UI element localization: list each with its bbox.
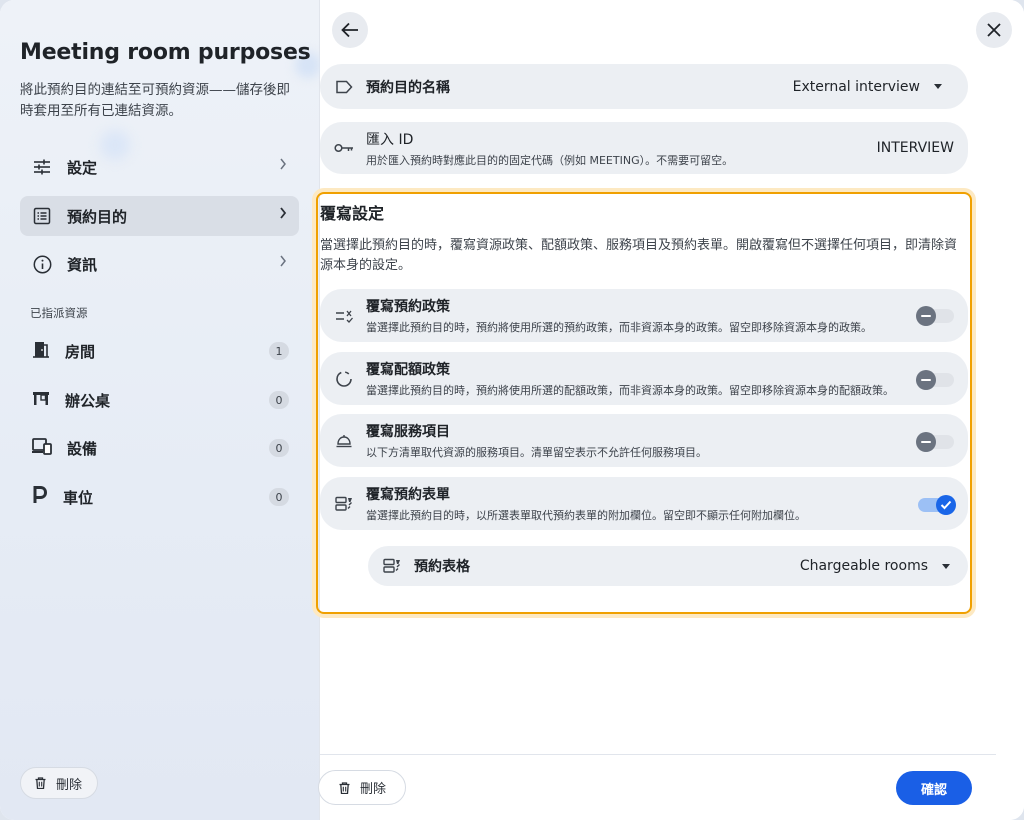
purpose-name-value: External interview [793,79,942,95]
import-id-label: 匯入 ID [366,131,414,148]
override-description: 當選擇此預約目的時，覆寫資源政策、配額政策、服務項目及預約表單。開啟覆寫但不選擇… [320,238,958,273]
booking-form-select[interactable]: 預約表格 Chargeable rooms [368,546,968,586]
check-icon [940,500,952,510]
count-badge: 0 [269,439,289,457]
override-booking-form-row: 覆寫預約表單 當選擇此預約目的時，以所選表單取代預約表單的附加欄位。留空即不顯示… [320,477,968,530]
override-booking-policy-row: 覆寫預約政策 當選擇此預約目的時，預約將使用所選的預約政策，而非資源本身的政策。… [320,289,968,342]
booking-form-value: Chargeable rooms [800,558,950,574]
override-title: 覆寫設定 [320,204,385,223]
override-item-hint: 以下方清單取代資源的服務項目。清單留空表示不允許任何服務項目。 [366,446,707,459]
count-badge: 0 [269,391,289,409]
override-booking-policy-toggle[interactable] [916,306,954,326]
count-badge: 0 [269,488,289,506]
back-button[interactable] [332,12,368,48]
override-item-label: 覆寫服務項目 [366,424,450,440]
override-item-hint: 當選擇此預約目的時，以所選表單取代預約表單的附加欄位。留空即不顯示任何附加欄位。 [366,509,806,522]
override-item-hint: 當選擇此預約目的時，預約將使用所選的預約政策，而非資源本身的政策。留空即移除資源… [366,321,872,334]
close-button[interactable] [976,12,1012,48]
form-icon [332,496,356,512]
list-icon [32,206,52,226]
resource-item-parking[interactable]: 車位 0 [20,477,299,517]
import-id-hint: 用於匯入預約時對應此目的的固定代碼（例如 MEETING）。不需要可留空。 [366,153,734,167]
resource-item-rooms[interactable]: 房間 1 [20,331,299,371]
purpose-name-select[interactable]: 預約目的名稱 External interview [320,64,968,109]
footer-delete-button[interactable]: 刪除 [318,770,406,805]
caret-down-icon [942,563,950,569]
delete-label: 刪除 [56,777,83,793]
import-id-text: 匯入 ID 用於匯入預約時對應此目的的固定代碼（例如 MEETING）。不需要可… [366,129,733,168]
room-icon [32,340,50,362]
override-services-toggle[interactable] [916,432,954,452]
toggle-knob [936,495,956,515]
override-item-text: 覆寫配額政策 當選擇此預約目的時，預約將使用所選的配額政策，而非資源本身的政策。… [366,359,894,398]
sidebar-title: Meeting room purposes [20,40,311,65]
override-item-text: 覆寫預約表單 當選擇此預約目的時，以所選表單取代預約表單的附加欄位。留空即不顯示… [366,484,806,523]
resource-item-label: 車位 [63,488,94,507]
override-item-text: 覆寫服務項目 以下方清單取代資源的服務項目。清單留空表示不允許任何服務項目。 [366,421,707,460]
override-item-label: 覆寫預約表單 [366,487,450,503]
chevron-right-icon [279,158,287,174]
booking-form-value-text: Chargeable rooms [799,558,928,574]
import-id-field[interactable]: 匯入 ID 用於匯入預約時對應此目的的固定代碼（例如 MEETING）。不需要可… [320,122,968,174]
close-icon [987,23,1001,37]
quota-ring-icon [332,370,356,388]
caret-down-icon [934,84,942,89]
sidebar-item-label: 設定 [67,158,98,177]
booking-form-label: 預約表格 [414,559,470,575]
chevron-right-icon [279,207,287,223]
purpose-name-value-text: External interview [792,78,920,95]
resource-item-devices[interactable]: 設備 0 [20,428,299,468]
toggle-knob [916,306,936,326]
override-item-label: 覆寫配額政策 [366,362,450,378]
chevron-right-icon [279,255,287,271]
resource-item-label: 房間 [65,342,96,361]
policy-check-icon [332,309,356,323]
sidebar: Meeting room purposes 將此預約目的連結至可預約資源——儲存… [0,0,321,820]
toggle-knob [916,370,936,390]
sidebar-item-info[interactable]: 資訊 [20,244,299,284]
sidebar-item-label: 預約目的 [67,207,128,226]
sliders-icon [32,157,52,177]
override-booking-form-toggle[interactable] [918,495,956,515]
confirm-button[interactable]: 確認 [896,771,972,805]
trash-icon [35,777,46,789]
override-quota-policy-toggle[interactable] [916,370,954,390]
desk-icon [32,390,50,410]
resource-item-label: 設備 [67,439,98,458]
arrow-left-icon [341,22,358,38]
dialog-window: Meeting room purposes 將此預約目的連結至可預約資源——儲存… [0,0,1024,820]
label-tag-icon [332,80,356,94]
service-bell-icon [332,434,356,448]
sidebar-item-label: 資訊 [67,255,98,274]
sidebar-delete-button[interactable]: 刪除 [20,767,98,799]
sidebar-item-settings[interactable]: 設定 [20,147,299,187]
info-icon [32,254,52,274]
import-id-value: INTERVIEW [876,140,954,156]
main-panel: 預約目的名稱 External interview 匯入 ID 用於匯入預約時對… [316,0,1024,820]
purpose-name-label: 預約目的名稱 [366,79,450,96]
resource-item-label: 辦公桌 [65,391,111,410]
toggle-knob [916,432,936,452]
sidebar-description: 將此預約目的連結至可預約資源——儲存後即時套用至所有已連結資源。 [20,82,290,119]
delete-label: 刪除 [360,782,387,797]
sidebar-item-purposes[interactable]: 預約目的 [20,196,299,236]
override-item-label: 覆寫預約政策 [366,299,450,315]
form-icon [380,558,404,574]
trash-icon [339,781,350,794]
section-label-assigned: 已指派資源 [30,306,88,320]
override-quota-policy-row: 覆寫配額政策 當選擇此預約目的時，預約將使用所選的配額政策，而非資源本身的政策。… [320,352,968,405]
override-item-hint: 當選擇此預約目的時，預約將使用所選的配額政策，而非資源本身的政策。留空即移除資源… [366,384,894,397]
devices-icon [32,437,52,459]
parking-icon [32,486,48,508]
resource-item-desks[interactable]: 辦公桌 0 [20,380,299,420]
count-badge: 1 [269,342,289,360]
override-services-row: 覆寫服務項目 以下方清單取代資源的服務項目。清單留空表示不允許任何服務項目。 [320,414,968,467]
key-icon [332,142,356,154]
footer-divider [320,754,996,755]
override-item-text: 覆寫預約政策 當選擇此預約目的時，預約將使用所選的預約政策，而非資源本身的政策。… [366,296,872,335]
